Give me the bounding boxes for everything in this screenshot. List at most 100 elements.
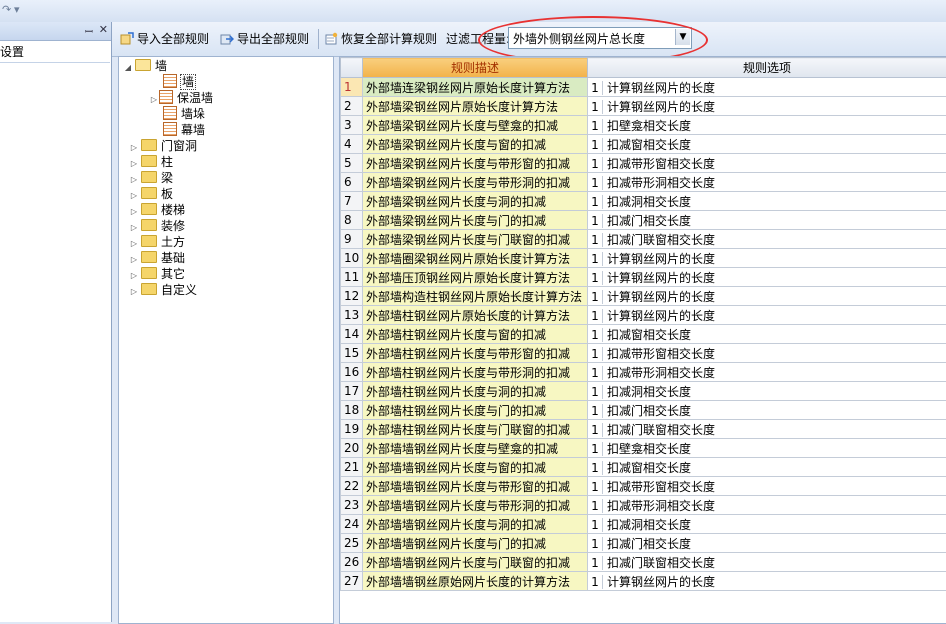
row-number[interactable]: 22 — [341, 477, 363, 496]
row-number[interactable]: 13 — [341, 306, 363, 325]
tree-node-folder[interactable]: ▷梁 — [129, 170, 173, 186]
expand-icon[interactable]: ▷ — [149, 92, 159, 108]
redo-icon[interactable]: ↷ — [2, 3, 11, 16]
rule-option-cell[interactable]: 1计算钢丝网片的长度 — [588, 268, 946, 287]
tree-node-curtain-wall[interactable]: 幕墙 — [163, 122, 205, 138]
rule-description-cell[interactable]: 外部墙柱钢丝网片长度与门的扣减 — [363, 401, 588, 420]
rule-description-cell[interactable]: 外部墙梁钢丝网片长度与门的扣减 — [363, 211, 588, 230]
row-number[interactable]: 26 — [341, 553, 363, 572]
table-row[interactable]: 25外部墙墙钢丝网片长度与门的扣减1扣减门相交长度 — [341, 534, 946, 553]
table-row[interactable]: 24外部墙墙钢丝网片长度与洞的扣减1扣减洞相交长度 — [341, 515, 946, 534]
rule-description-cell[interactable]: 外部墙墙钢丝网片长度与带形洞的扣减 — [363, 496, 588, 515]
rule-option-cell[interactable]: 1计算钢丝网片的长度 — [588, 78, 946, 97]
row-number[interactable]: 21 — [341, 458, 363, 477]
row-number[interactable]: 19 — [341, 420, 363, 439]
row-number[interactable]: 18 — [341, 401, 363, 420]
rule-option-cell[interactable]: 1计算钢丝网片的长度 — [588, 287, 946, 306]
rule-option-cell[interactable]: 1扣壁龛相交长度 — [588, 439, 946, 458]
rule-description-cell[interactable]: 外部墙梁钢丝网片长度与窗的扣减 — [363, 135, 588, 154]
rule-description-cell[interactable]: 外部墙连梁钢丝网片原始长度计算方法 — [363, 78, 588, 97]
table-row[interactable]: 14外部墙柱钢丝网片长度与窗的扣减1扣减窗相交长度 — [341, 325, 946, 344]
rule-description-cell[interactable]: 外部墙梁钢丝网片原始长度计算方法 — [363, 97, 588, 116]
rule-description-cell[interactable]: 外部墙墙钢丝网片长度与门的扣减 — [363, 534, 588, 553]
rule-description-cell[interactable]: 外部墙柱钢丝网片长度与窗的扣减 — [363, 325, 588, 344]
table-row[interactable]: 23外部墙墙钢丝网片长度与带形洞的扣减1扣减带形洞相交长度 — [341, 496, 946, 515]
tree-node-folder[interactable]: ▷柱 — [129, 154, 173, 170]
row-number[interactable]: 7 — [341, 192, 363, 211]
table-row[interactable]: 12外部墙构造柱钢丝网片原始长度计算方法1计算钢丝网片的长度 — [341, 287, 946, 306]
rule-option-cell[interactable]: 1扣减洞相交长度 — [588, 515, 946, 534]
row-number[interactable]: 12 — [341, 287, 363, 306]
rule-option-cell[interactable]: 1扣减洞相交长度 — [588, 192, 946, 211]
rule-description-cell[interactable]: 外部墙梁钢丝网片长度与壁龛的扣减 — [363, 116, 588, 135]
table-row[interactable]: 8外部墙梁钢丝网片长度与门的扣减1扣减门相交长度 — [341, 211, 946, 230]
rule-description-cell[interactable]: 外部墙压顶钢丝网片原始长度计算方法 — [363, 268, 588, 287]
table-row[interactable]: 3外部墙梁钢丝网片长度与壁龛的扣减1扣壁龛相交长度 — [341, 116, 946, 135]
rule-option-cell[interactable]: 1扣减窗相交长度 — [588, 325, 946, 344]
tree-node-folder[interactable]: ▷其它 — [129, 266, 185, 282]
table-row[interactable]: 1外部墙连梁钢丝网片原始长度计算方法1计算钢丝网片的长度 — [341, 78, 946, 97]
rule-option-cell[interactable]: 1计算钢丝网片的长度 — [588, 306, 946, 325]
table-row[interactable]: 4外部墙梁钢丝网片长度与窗的扣减1扣减窗相交长度 — [341, 135, 946, 154]
import-all-rules-button[interactable]: 导入全部规则 — [120, 30, 209, 48]
table-row[interactable]: 19外部墙柱钢丝网片长度与门联窗的扣减1扣减门联窗相交长度 — [341, 420, 946, 439]
rule-description-cell[interactable]: 外部墙梁钢丝网片长度与带形窗的扣减 — [363, 154, 588, 173]
table-row[interactable]: 13外部墙柱钢丝网片原始长度的计算方法1计算钢丝网片的长度 — [341, 306, 946, 325]
row-number[interactable]: 17 — [341, 382, 363, 401]
row-number[interactable]: 2 — [341, 97, 363, 116]
table-row[interactable]: 6外部墙梁钢丝网片长度与带形洞的扣减1扣减带形洞相交长度 — [341, 173, 946, 192]
export-all-rules-button[interactable]: 导出全部规则 — [220, 30, 309, 48]
tree-node-folder[interactable]: ▷基础 — [129, 250, 185, 266]
tree-node-folder[interactable]: ▷板 — [129, 186, 173, 202]
table-row[interactable]: 20外部墙墙钢丝网片长度与壁龛的扣减1扣壁龛相交长度 — [341, 439, 946, 458]
dropdown-arrow-icon[interactable]: ▾ — [14, 3, 20, 16]
rule-description-cell[interactable]: 外部墙梁钢丝网片长度与门联窗的扣减 — [363, 230, 588, 249]
table-row[interactable]: 9外部墙梁钢丝网片长度与门联窗的扣减1扣减门联窗相交长度 — [341, 230, 946, 249]
rule-option-cell[interactable]: 1计算钢丝网片的长度 — [588, 249, 946, 268]
tree-node-wall-pier[interactable]: 墙垛 — [163, 106, 205, 122]
column-header-option[interactable]: 规则选项 — [588, 58, 946, 78]
rule-description-cell[interactable]: 外部墙墙钢丝网片长度与门联窗的扣减 — [363, 553, 588, 572]
table-row[interactable]: 18外部墙柱钢丝网片长度与门的扣减1扣减门相交长度 — [341, 401, 946, 420]
pin-icon[interactable]: ꟷ — [85, 24, 93, 38]
row-number[interactable]: 5 — [341, 154, 363, 173]
rule-description-cell[interactable]: 外部墙柱钢丝网片长度与带形窗的扣减 — [363, 344, 588, 363]
tree-node-wall[interactable]: 墙 — [163, 74, 195, 90]
rule-option-cell[interactable]: 1扣减窗相交长度 — [588, 458, 946, 477]
tree-node-wall-root[interactable]: ◢墙 — [123, 58, 167, 74]
filter-quantity-select[interactable]: 外墙外侧钢丝网片总长度 ▼ — [508, 27, 692, 49]
tree-node-folder[interactable]: ▷土方 — [129, 234, 185, 250]
tree-node-folder[interactable]: ▷装修 — [129, 218, 185, 234]
tree-node-folder[interactable]: ▷楼梯 — [129, 202, 185, 218]
table-row[interactable]: 11外部墙压顶钢丝网片原始长度计算方法1计算钢丝网片的长度 — [341, 268, 946, 287]
row-number[interactable]: 24 — [341, 515, 363, 534]
row-number[interactable]: 25 — [341, 534, 363, 553]
expand-icon[interactable]: ▷ — [129, 284, 139, 300]
rule-description-cell[interactable]: 外部墙柱钢丝网片长度与带形洞的扣减 — [363, 363, 588, 382]
row-number[interactable]: 8 — [341, 211, 363, 230]
table-row[interactable]: 17外部墙柱钢丝网片长度与洞的扣减1扣减洞相交长度 — [341, 382, 946, 401]
rule-description-cell[interactable]: 外部墙柱钢丝网片长度与洞的扣减 — [363, 382, 588, 401]
rule-option-cell[interactable]: 1扣减带形窗相交长度 — [588, 477, 946, 496]
restore-all-rules-button[interactable]: 恢复全部计算规则 — [324, 30, 437, 48]
table-row[interactable]: 5外部墙梁钢丝网片长度与带形窗的扣减1扣减带形窗相交长度 — [341, 154, 946, 173]
row-number[interactable]: 15 — [341, 344, 363, 363]
tree-node-folder[interactable]: ▷自定义 — [129, 282, 197, 298]
rule-description-cell[interactable]: 外部墙墙钢丝网片长度与洞的扣减 — [363, 515, 588, 534]
column-header-description[interactable]: 规则描述 — [363, 58, 588, 78]
table-row[interactable]: 26外部墙墙钢丝网片长度与门联窗的扣减1扣减门联窗相交长度 — [341, 553, 946, 572]
collapse-icon[interactable]: ◢ — [123, 60, 133, 76]
rule-description-cell[interactable]: 外部墙柱钢丝网片长度与门联窗的扣减 — [363, 420, 588, 439]
table-row[interactable]: 10外部墙圈梁钢丝网片原始长度计算方法1计算钢丝网片的长度 — [341, 249, 946, 268]
tree-node-insulation-wall[interactable]: ▷保温墙 — [149, 90, 213, 106]
rule-option-cell[interactable]: 1扣减门联窗相交长度 — [588, 553, 946, 572]
rule-option-cell[interactable]: 1扣减门相交长度 — [588, 534, 946, 553]
row-number[interactable]: 10 — [341, 249, 363, 268]
row-number[interactable]: 20 — [341, 439, 363, 458]
table-row[interactable]: 16外部墙柱钢丝网片长度与带形洞的扣减1扣减带形洞相交长度 — [341, 363, 946, 382]
rule-description-cell[interactable]: 外部墙梁钢丝网片长度与带形洞的扣减 — [363, 173, 588, 192]
rule-option-cell[interactable]: 1扣减门联窗相交长度 — [588, 230, 946, 249]
row-number[interactable]: 1 — [341, 78, 363, 97]
tree-node-folder[interactable]: ▷门窗洞 — [129, 138, 197, 154]
rule-option-cell[interactable]: 1扣减门联窗相交长度 — [588, 420, 946, 439]
